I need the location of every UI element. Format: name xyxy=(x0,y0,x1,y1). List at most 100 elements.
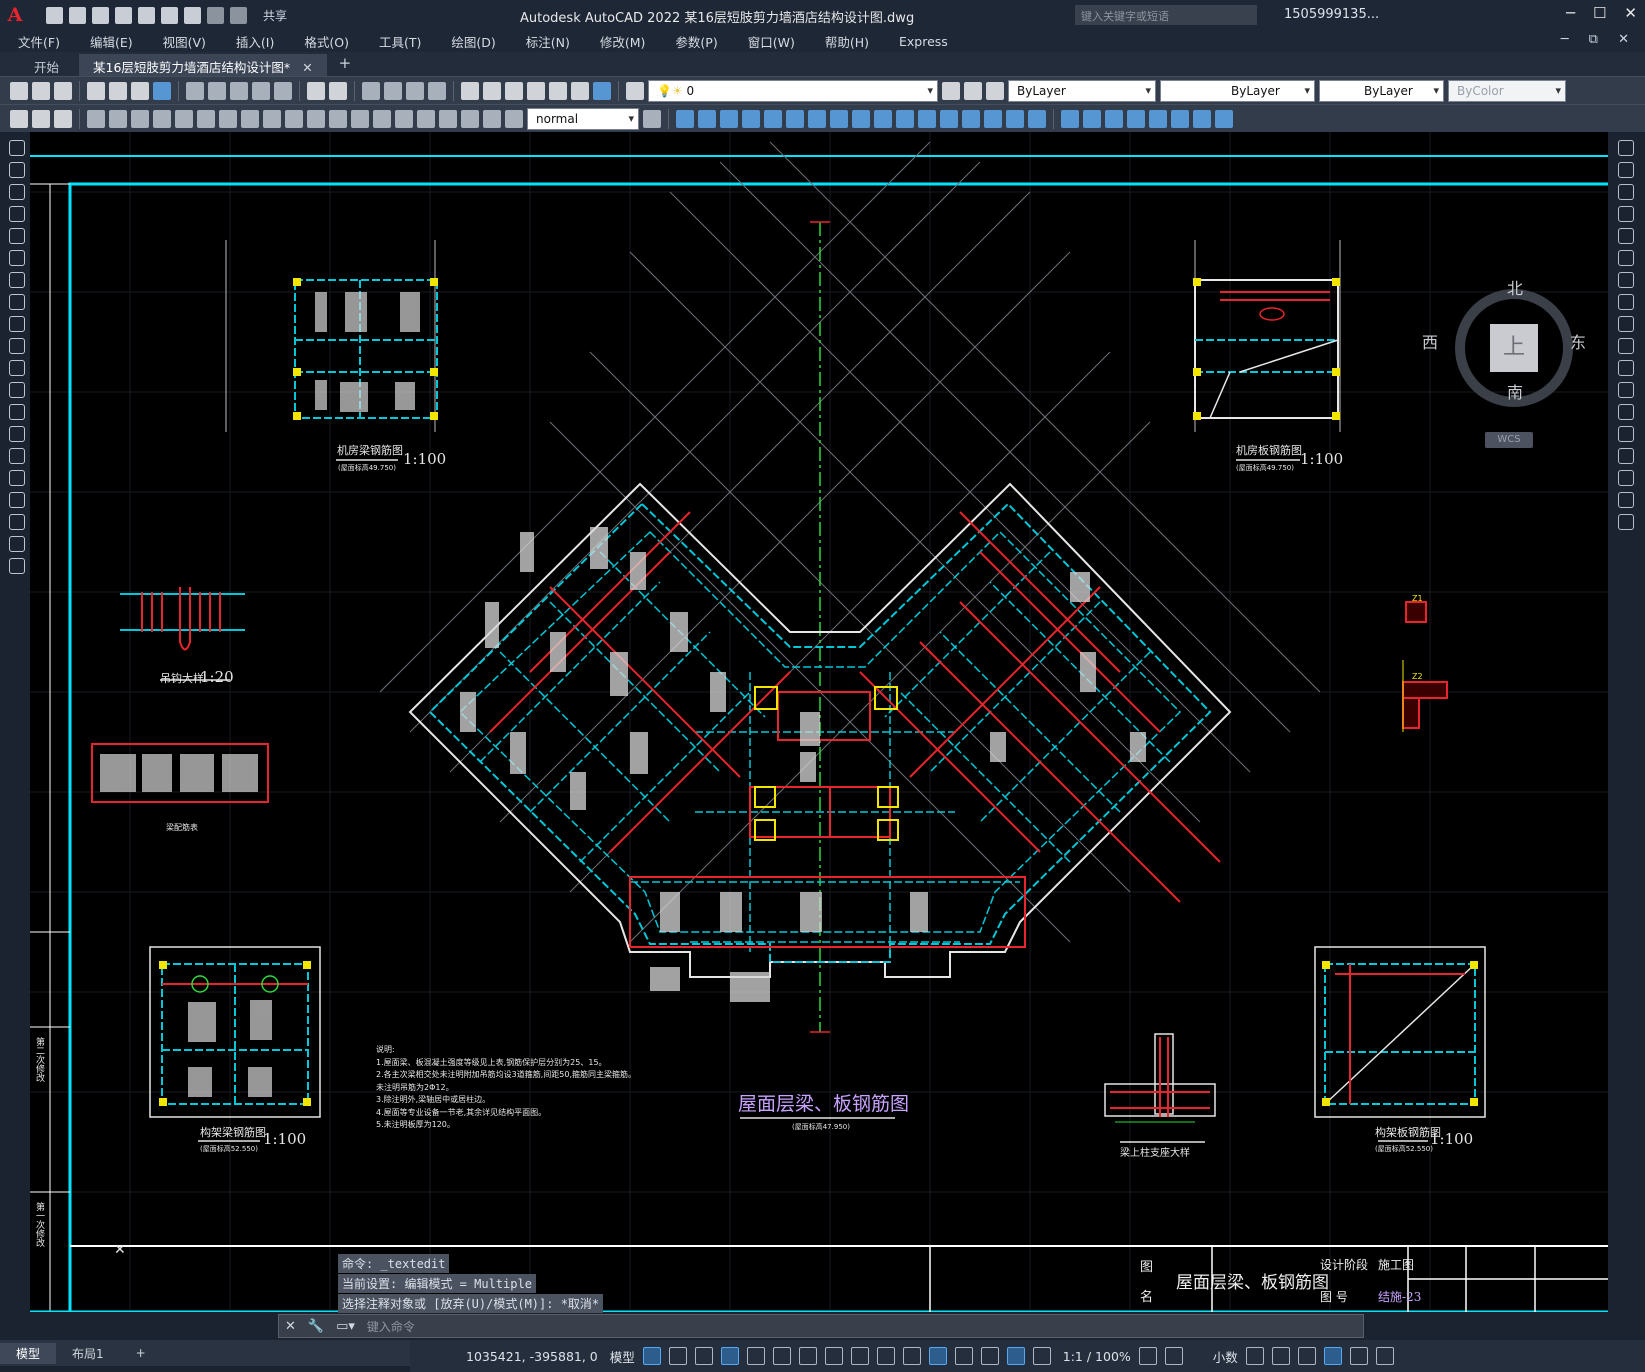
close-icon[interactable]: ✕ xyxy=(1624,4,1637,22)
ucs-icon[interactable] xyxy=(1149,109,1167,128)
chamfer-icon[interactable] xyxy=(962,109,980,128)
circle-icon[interactable] xyxy=(9,272,25,288)
lineweight-icon[interactable] xyxy=(850,1347,869,1365)
menu-edit[interactable]: 编辑(E) xyxy=(72,32,145,51)
menu-parametric[interactable]: 参数(P) xyxy=(657,32,729,51)
autocad-logo-icon[interactable]: A xyxy=(0,0,30,30)
dim-radius-icon[interactable] xyxy=(175,109,193,128)
rotate-icon[interactable] xyxy=(808,109,826,128)
insert-block-icon[interactable] xyxy=(9,382,25,398)
line-icon[interactable] xyxy=(9,140,25,156)
layer-states-icon[interactable] xyxy=(986,81,1004,100)
undo-icon[interactable] xyxy=(207,6,224,24)
lineweight-dropdown[interactable]: ByLayer xyxy=(1319,79,1444,102)
region-icon[interactable] xyxy=(9,492,25,508)
calculator-icon[interactable] xyxy=(571,81,589,100)
menu-tools[interactable]: 工具(T) xyxy=(361,32,433,51)
array-icon[interactable] xyxy=(764,109,782,128)
undo-icon[interactable] xyxy=(307,81,325,100)
document-window-controls[interactable]: ─ ⧉ ✕ xyxy=(1561,32,1637,47)
wcs-menu-button[interactable]: WCS xyxy=(1485,432,1533,448)
annotation-visibility-icon[interactable] xyxy=(1032,1347,1051,1365)
customization-menu-icon[interactable] xyxy=(1375,1347,1394,1365)
fly-icon[interactable] xyxy=(1127,109,1145,128)
isodraft-icon[interactable] xyxy=(772,1347,791,1365)
share-button[interactable]: 共享 xyxy=(263,7,287,24)
viewcube-south[interactable]: 南 xyxy=(1507,379,1523,403)
open-icon[interactable] xyxy=(69,6,86,24)
dim-jogged-icon[interactable] xyxy=(197,109,215,128)
menu-insert[interactable]: 插入(I) xyxy=(218,32,286,51)
add-layout-plus-icon[interactable]: + xyxy=(120,1344,162,1362)
draworder-icon[interactable] xyxy=(54,109,72,128)
tolerance-icon[interactable] xyxy=(373,109,391,128)
array-icon[interactable] xyxy=(1618,228,1634,244)
plot-icon[interactable] xyxy=(184,6,201,24)
explode-icon[interactable] xyxy=(1028,109,1046,128)
dim-break-icon[interactable] xyxy=(351,109,369,128)
3d-orbit-icon[interactable] xyxy=(1061,109,1079,128)
minimize-icon[interactable]: ─ xyxy=(1566,4,1575,22)
tab-close-icon[interactable]: ✕ xyxy=(302,60,312,75)
plot-icon[interactable] xyxy=(87,81,105,100)
dim-arc-icon[interactable] xyxy=(131,109,149,128)
break-icon[interactable] xyxy=(1618,404,1634,420)
point-icon[interactable] xyxy=(9,426,25,442)
command-recent-icon[interactable]: ▭▾ xyxy=(330,1319,361,1334)
layer-dropdown[interactable]: 💡☀ 0 xyxy=(648,79,938,102)
model-space-toggle[interactable]: 模型 xyxy=(610,1347,635,1366)
save-as-icon[interactable] xyxy=(115,6,132,24)
maximize-icon[interactable]: ☐ xyxy=(1593,4,1606,22)
free-orbit-icon[interactable] xyxy=(1083,109,1101,128)
zoom-window-icon[interactable] xyxy=(406,81,424,100)
construction-line-icon[interactable] xyxy=(9,162,25,178)
gradient-icon[interactable] xyxy=(9,470,25,486)
command-close-icon[interactable]: ✕ xyxy=(279,1319,302,1334)
trim-icon[interactable] xyxy=(874,109,892,128)
user-account[interactable]: 1505999135... xyxy=(1284,7,1379,22)
menu-draw[interactable]: 绘图(D) xyxy=(433,32,507,51)
menu-format[interactable]: 格式(O) xyxy=(286,32,361,51)
layout-tab-layout1[interactable]: 布局1 xyxy=(56,1343,120,1364)
redo-icon[interactable] xyxy=(329,81,347,100)
erase-icon[interactable] xyxy=(1618,140,1634,156)
menu-dimension[interactable]: 标注(N) xyxy=(508,32,582,51)
tab-current-drawing[interactable]: 某16层短肢剪力墙酒店结构设计图* ✕ xyxy=(79,54,327,76)
publish-icon[interactable] xyxy=(131,81,149,100)
quick-dim-icon[interactable] xyxy=(263,109,281,128)
ellipse-arc-icon[interactable] xyxy=(9,360,25,376)
copy-icon[interactable] xyxy=(208,81,226,100)
extend-icon[interactable] xyxy=(1618,360,1634,376)
polar-icon[interactable] xyxy=(746,1347,765,1365)
dim-angular-icon[interactable] xyxy=(241,109,259,128)
color-dropdown[interactable]: ByLayer xyxy=(1008,79,1156,102)
table-icon[interactable] xyxy=(9,514,25,530)
jogged-linear-icon[interactable] xyxy=(439,109,457,128)
dim-continue-icon[interactable] xyxy=(307,109,325,128)
grid-icon[interactable] xyxy=(642,1347,661,1365)
zoom-realtime-icon[interactable] xyxy=(384,81,402,100)
sheet-set-icon[interactable] xyxy=(527,81,545,100)
blend-curves-icon[interactable] xyxy=(1618,492,1634,508)
stretch-icon[interactable] xyxy=(852,109,870,128)
explode-icon[interactable] xyxy=(1618,514,1634,530)
viewcube-east[interactable]: 东 xyxy=(1570,329,1586,353)
erase-icon[interactable] xyxy=(676,109,694,128)
spline-icon[interactable] xyxy=(9,316,25,332)
design-center-icon[interactable] xyxy=(483,81,501,100)
menu-help[interactable]: 帮助(H) xyxy=(807,32,881,51)
object-snap-tracking-icon[interactable] xyxy=(798,1347,817,1365)
make-current-layer-icon[interactable] xyxy=(942,81,960,100)
dim-diameter-icon[interactable] xyxy=(219,109,237,128)
move-icon[interactable] xyxy=(786,109,804,128)
mirror-icon[interactable] xyxy=(720,109,738,128)
ortho-icon[interactable] xyxy=(720,1347,739,1365)
qselect-icon[interactable] xyxy=(10,109,28,128)
open-from-web-icon[interactable] xyxy=(138,6,155,24)
zoom-previous-icon[interactable] xyxy=(428,81,446,100)
scale-icon[interactable] xyxy=(830,109,848,128)
named-views-icon[interactable] xyxy=(1193,109,1211,128)
linetype-dropdown[interactable]: ByLayer xyxy=(1160,79,1315,102)
dim-baseline-icon[interactable] xyxy=(285,109,303,128)
fillet-icon[interactable] xyxy=(984,109,1002,128)
